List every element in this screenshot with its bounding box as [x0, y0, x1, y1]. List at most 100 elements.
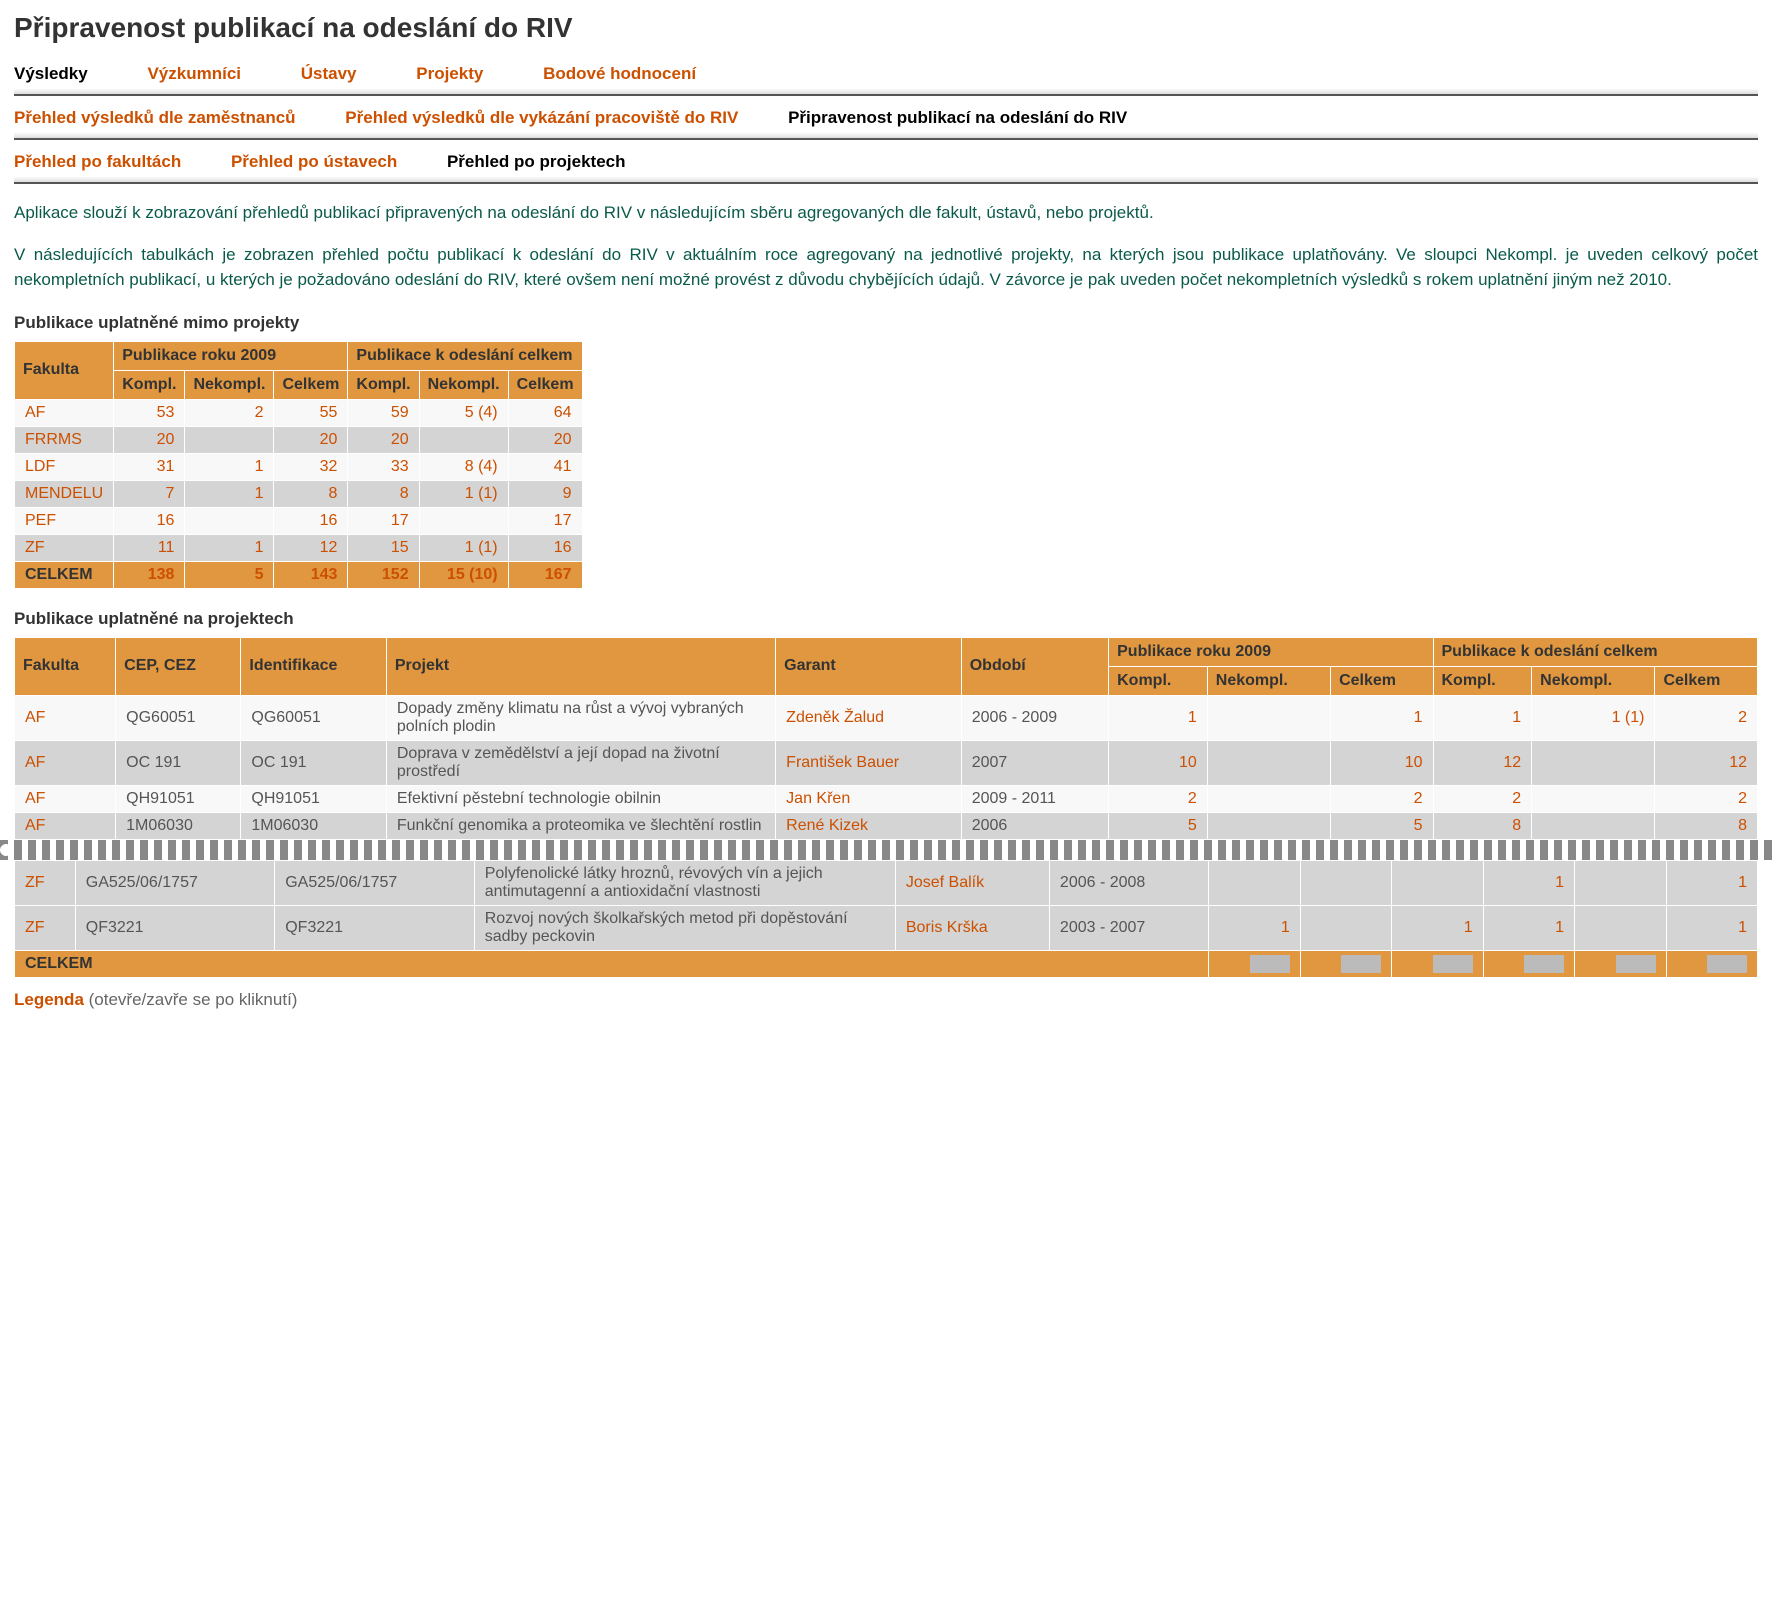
cell-ident: QG60051	[241, 695, 387, 740]
cell-k1: 10	[1109, 740, 1208, 785]
cell-c1: 8	[274, 480, 348, 507]
cell-n2: 1 (1)	[419, 480, 508, 507]
cell-obdobi: 2009 - 2011	[961, 785, 1108, 812]
tab-po-fakultach[interactable]: Přehled po fakultách	[14, 152, 181, 172]
cell-n1	[1300, 905, 1391, 950]
cell-k2: 12	[1433, 740, 1532, 785]
th-n1: Nekompl.	[1207, 666, 1330, 695]
intro-text-1: Aplikace slouží k zobrazování přehledů p…	[14, 200, 1758, 226]
cell-cep: OC 191	[116, 740, 241, 785]
cell-k2: 20	[348, 426, 419, 453]
th-c2: Celkem	[1655, 666, 1758, 695]
legend-toggle[interactable]: Legenda (otevře/zavře se po kliknutí)	[14, 990, 1758, 1010]
cell-fakulta[interactable]: AF	[15, 399, 114, 426]
cell-n1	[1207, 812, 1330, 839]
cell-garant[interactable]: Jan Křen	[776, 785, 962, 812]
cell-garant[interactable]: René Kizek	[776, 812, 962, 839]
cell-ident: OC 191	[241, 740, 387, 785]
cell-k2: 1	[1483, 905, 1574, 950]
cell-n1: 1	[185, 534, 274, 561]
heading-table1: Publikace uplatněné mimo projekty	[14, 313, 1758, 333]
tab-pripravenost[interactable]: Připravenost publikací na odeslání do RI…	[788, 108, 1127, 128]
cell-fakulta[interactable]: LDF	[15, 453, 114, 480]
tab-po-ustavech[interactable]: Přehled po ústavech	[231, 152, 397, 172]
table-mimo-projekty: Fakulta Publikace roku 2009 Publikace k …	[14, 341, 583, 589]
cell-n1: 1	[185, 480, 274, 507]
tab-vyzkumnici[interactable]: Výzkumníci	[147, 64, 241, 84]
th-pubodesl: Publikace k odeslání celkem	[348, 341, 582, 370]
cell-c1: 16	[274, 507, 348, 534]
table-na-projektech-cont: ZFGA525/06/1757GA525/06/1757Polyfenolick…	[14, 860, 1758, 978]
tab-projekty[interactable]: Projekty	[416, 64, 483, 84]
cell-c1: 1	[1392, 905, 1483, 950]
cell-c1: 20	[274, 426, 348, 453]
cell-garant[interactable]: Boris Krška	[895, 905, 1049, 950]
th-obd: Období	[961, 637, 1108, 695]
table-row: ZF11112151 (1)16	[15, 534, 583, 561]
legend-label: Legenda	[14, 990, 84, 1009]
table-row: AFQH91051QH91051Efektivní pěstební techn…	[15, 785, 1758, 812]
cell-n2: 8 (4)	[419, 453, 508, 480]
tab-bodove[interactable]: Bodové hodnocení	[543, 64, 696, 84]
cell-fakulta[interactable]: ZF	[15, 860, 76, 905]
tabs-tertiary: Přehled po fakultách Přehled po ústavech…	[14, 144, 1758, 184]
cell-c1: 2	[1331, 785, 1433, 812]
table-row: MENDELU71881 (1)9	[15, 480, 583, 507]
cell-n2	[419, 426, 508, 453]
th-celkem2: Celkem	[508, 370, 582, 399]
cell-n1	[1207, 695, 1330, 740]
cell-k1: 16	[114, 507, 185, 534]
cell-n2	[1575, 905, 1666, 950]
tab-po-projektech[interactable]: Přehled po projektech	[447, 152, 626, 172]
cell-n2: 1 (1)	[1532, 695, 1655, 740]
cell-n1	[185, 426, 274, 453]
tabs-secondary: Přehled výsledků dle zaměstnanců Přehled…	[14, 100, 1758, 140]
cell-n2: 5 (4)	[419, 399, 508, 426]
cell-cep: 1M06030	[116, 812, 241, 839]
cell-n2	[1532, 812, 1655, 839]
table-row: ZFQF3221QF3221Rozvoj nových školkařských…	[15, 905, 1758, 950]
cell-fakulta[interactable]: AF	[15, 812, 116, 839]
cell-obdobi: 2006 - 2009	[961, 695, 1108, 740]
tab-prehled-zam[interactable]: Přehled výsledků dle zaměstnanců	[14, 108, 296, 128]
cell-k1	[1209, 860, 1300, 905]
cell-c2: 17	[508, 507, 582, 534]
page-title: Připravenost publikací na odeslání do RI…	[14, 12, 1758, 44]
cell-n1: 1	[185, 453, 274, 480]
cell-n1	[1300, 860, 1391, 905]
cell-fakulta[interactable]: FRRMS	[15, 426, 114, 453]
cell-garant[interactable]: Josef Balík	[895, 860, 1049, 905]
cell-k1: 11	[114, 534, 185, 561]
cell-c2: 41	[508, 453, 582, 480]
cell-k2: 8	[348, 480, 419, 507]
cell-fakulta[interactable]: PEF	[15, 507, 114, 534]
cell-c1: 12	[274, 534, 348, 561]
cell-obdobi: 2007	[961, 740, 1108, 785]
cell-k1: 1	[1109, 695, 1208, 740]
cell-fakulta[interactable]: AF	[15, 740, 116, 785]
cell-garant[interactable]: František Bauer	[776, 740, 962, 785]
cell-fakulta[interactable]: AF	[15, 785, 116, 812]
tab-prehled-vyk[interactable]: Přehled výsledků dle vykázání pracoviště…	[345, 108, 738, 128]
tab-vysledky[interactable]: Výsledky	[14, 64, 88, 84]
tab-ustavy[interactable]: Ústavy	[301, 64, 357, 84]
table-row: AF53255595 (4)64	[15, 399, 583, 426]
cell-projekt: Efektivní pěstební technologie obilnin	[386, 785, 775, 812]
cell-fakulta[interactable]: ZF	[15, 905, 76, 950]
cell-fakulta[interactable]: ZF	[15, 534, 114, 561]
cell-cep: QH91051	[116, 785, 241, 812]
cell-garant[interactable]: Zdeněk Žalud	[776, 695, 962, 740]
th-k1: Kompl.	[1109, 666, 1208, 695]
cell-fakulta[interactable]: MENDELU	[15, 480, 114, 507]
cell-n1	[185, 507, 274, 534]
cell-fakulta[interactable]: AF	[15, 695, 116, 740]
cell-k2: 33	[348, 453, 419, 480]
table-row: AF1M060301M06030Funkční genomika a prote…	[15, 812, 1758, 839]
th-c1: Celkem	[1331, 666, 1433, 695]
cell-n2	[1575, 860, 1666, 905]
th-ident: Identifikace	[241, 637, 387, 695]
cell-k2: 1	[1433, 695, 1532, 740]
table-na-projektech: Fakulta CEP, CEZ Identifikace Projekt Ga…	[14, 637, 1758, 840]
cell-c2: 64	[508, 399, 582, 426]
th-kompl2: Kompl.	[348, 370, 419, 399]
